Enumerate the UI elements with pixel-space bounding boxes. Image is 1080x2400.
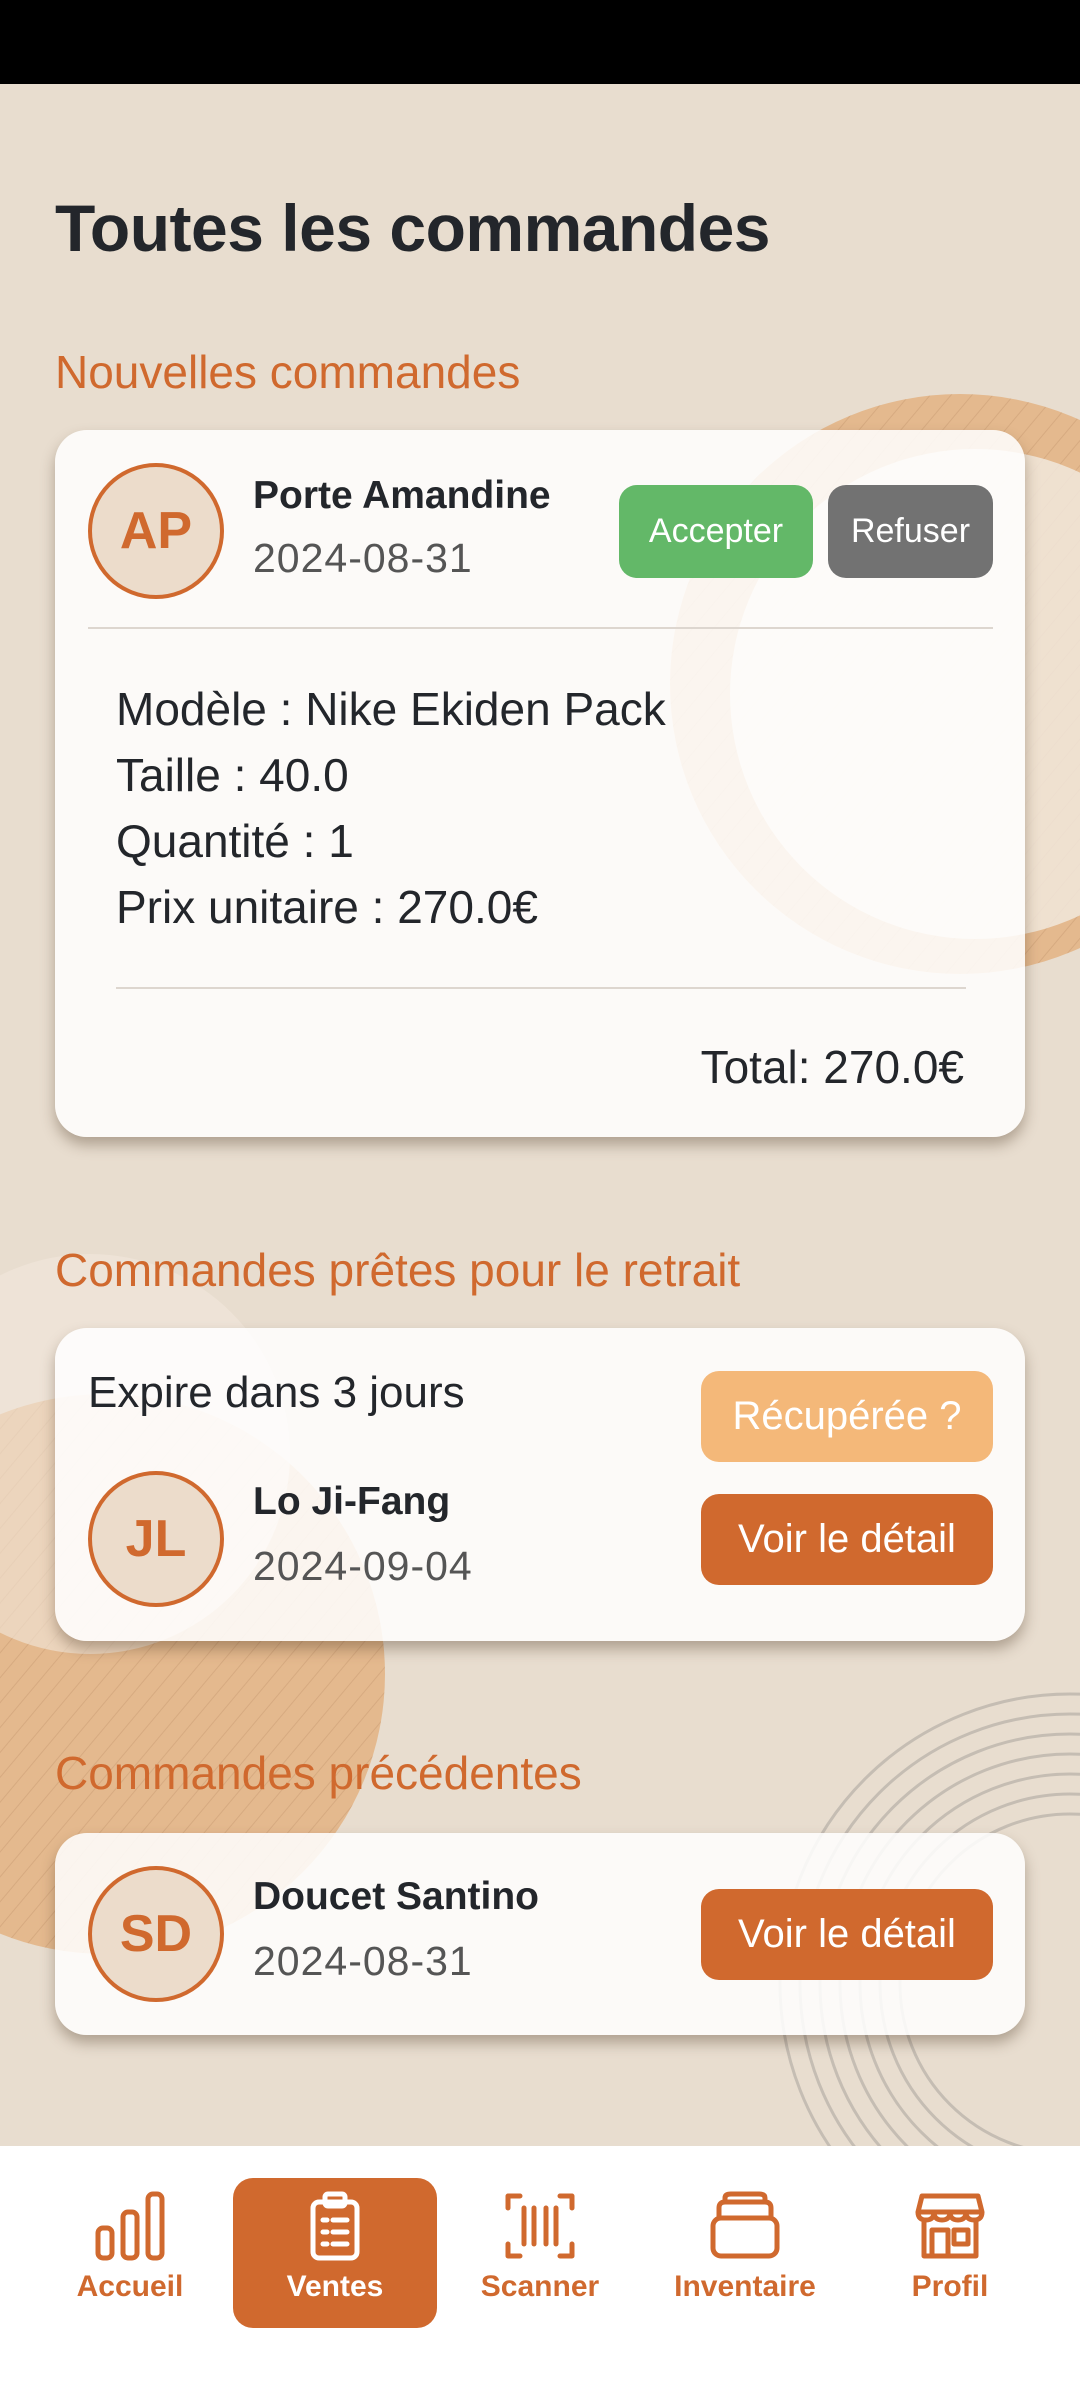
nav-item-inventaire[interactable]: Inventaire [643, 2178, 847, 2328]
customer-name: Doucet Santino [253, 1875, 540, 1918]
nav-item-accueil[interactable]: Accueil [28, 2178, 232, 2328]
storefront-icon [915, 2193, 985, 2259]
nav-item-scanner[interactable]: Scanner [438, 2178, 642, 2328]
nav-label: Ventes [286, 2270, 384, 2303]
clipboard-list-icon [310, 2191, 360, 2261]
refuse-button[interactable]: Refuser [828, 485, 993, 578]
nav-label: Accueil [76, 2270, 184, 2303]
divider [88, 627, 993, 629]
customer-name: Lo Ji-Fang [253, 1480, 451, 1523]
section-title-new-orders: Nouvelles commandes [55, 346, 521, 398]
barcode-scan-icon [505, 2193, 575, 2259]
status-bar [0, 0, 1080, 84]
avatar: JL [88, 1471, 224, 1607]
bar-chart-icon [95, 2191, 165, 2261]
unit-price-line: Prix unitaire : 270.0€ [116, 881, 538, 933]
order-date: 2024-08-31 [253, 1938, 473, 1984]
nav-label: Profil [911, 2270, 989, 2303]
order-date: 2024-08-31 [253, 535, 473, 581]
section-title-previous-orders: Commandes précédentes [55, 1747, 582, 1799]
section-title-ready-orders: Commandes prêtes pour le retrait [55, 1244, 741, 1296]
nav-label: Scanner [480, 2270, 600, 2303]
expiry-text: Expire dans 3 jours [88, 1368, 465, 1417]
page-title: Toutes les commandes [55, 191, 771, 265]
view-detail-button[interactable]: Voir le détail [701, 1494, 993, 1585]
picked-up-button[interactable]: Récupérée ? [701, 1371, 993, 1462]
nav-label: Inventaire [674, 2270, 816, 2303]
size-line: Taille : 40.0 [116, 749, 349, 801]
divider [116, 987, 966, 989]
new-order-card: AP Porte Amandine 2024-08-31 Accepter Re… [55, 430, 1025, 1137]
order-total: Total: 270.0€ [700, 1041, 964, 1093]
avatar: SD [88, 1866, 224, 2002]
bottom-navigation: Accueil Ventes Scanner Inventaire Profil [0, 2146, 1080, 2400]
avatar: AP [88, 463, 224, 599]
nav-item-profil[interactable]: Profil [848, 2178, 1052, 2328]
previous-order-card: SD Doucet Santino 2024-08-31 Voir le dét… [55, 1833, 1025, 2035]
accept-button[interactable]: Accepter [619, 485, 813, 578]
box-stack-icon [710, 2191, 780, 2259]
customer-name: Porte Amandine [253, 474, 551, 517]
nav-item-ventes[interactable]: Ventes [233, 2178, 437, 2328]
ready-order-card: Expire dans 3 jours Récupérée ? JL Lo Ji… [55, 1328, 1025, 1641]
order-date: 2024-09-04 [253, 1543, 473, 1589]
quantity-line: Quantité : 1 [116, 815, 354, 867]
view-detail-button[interactable]: Voir le détail [701, 1889, 993, 1980]
model-line: Modèle : Nike Ekiden Pack [116, 683, 666, 735]
